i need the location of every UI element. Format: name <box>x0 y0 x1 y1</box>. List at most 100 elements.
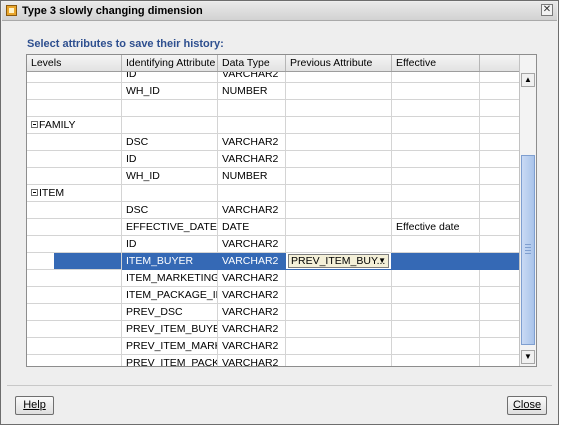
previous-attribute-cell[interactable] <box>286 72 392 83</box>
close-button[interactable]: Close <box>507 396 547 415</box>
column-header-filler <box>480 55 520 71</box>
table-row[interactable]: PREV_ITEM_BUYER VARCHAR2 <box>27 321 520 338</box>
filler-cell <box>480 321 520 338</box>
effective-cell[interactable] <box>392 151 480 168</box>
column-header-identifying-attribute[interactable]: Identifying Attribute <box>122 55 218 71</box>
level-cell <box>27 83 122 100</box>
previous-attribute-cell[interactable] <box>286 117 392 134</box>
previous-attribute-cell[interactable] <box>286 219 392 236</box>
filler-cell <box>480 253 520 270</box>
table-row[interactable]: ITEM_MARKETING... VARCHAR2 <box>27 270 520 287</box>
identifying-attribute-cell <box>122 100 218 117</box>
effective-cell[interactable] <box>392 253 480 270</box>
close-window-icon[interactable]: ✕ <box>541 4 553 16</box>
effective-cell[interactable] <box>392 355 480 366</box>
table-body: ID VARCHAR2 WH_ID NUMBER FAMILY DSC VARCHAR2 ID… <box>27 72 520 366</box>
previous-attribute-cell[interactable] <box>286 185 392 202</box>
column-header-data-type[interactable]: Data Type <box>218 55 286 71</box>
effective-cell[interactable] <box>392 321 480 338</box>
data-type-cell: VARCHAR2 <box>218 253 286 270</box>
previous-attribute-cell[interactable] <box>286 202 392 219</box>
dropdown-arrow-icon[interactable]: ▼ <box>378 256 386 266</box>
identifying-attribute-cell <box>122 117 218 134</box>
effective-cell[interactable] <box>392 270 480 287</box>
previous-attribute-cell[interactable] <box>286 287 392 304</box>
collapse-icon[interactable] <box>31 188 38 196</box>
table-row[interactable]: ID VARCHAR2 <box>27 151 520 168</box>
previous-attribute-cell[interactable] <box>286 270 392 287</box>
previous-attribute-dropdown[interactable]: PREV_ITEM_BUY... ▼ <box>288 254 389 268</box>
previous-attribute-cell[interactable] <box>286 304 392 321</box>
data-type-cell: VARCHAR2 <box>218 202 286 219</box>
level-group-row[interactable]: FAMILY <box>27 117 520 134</box>
effective-cell[interactable] <box>392 134 480 151</box>
effective-cell[interactable] <box>392 304 480 321</box>
table-row[interactable]: WH_ID NUMBER <box>27 83 520 100</box>
previous-attribute-cell[interactable] <box>286 236 392 253</box>
effective-cell[interactable] <box>392 202 480 219</box>
previous-attribute-cell[interactable] <box>286 100 392 117</box>
table-row[interactable]: WH_ID NUMBER <box>27 168 520 185</box>
data-type-cell: VARCHAR2 <box>218 287 286 304</box>
effective-cell[interactable] <box>392 236 480 253</box>
table-row[interactable]: PREV_DSC VARCHAR2 <box>27 304 520 321</box>
level-cell <box>27 168 122 185</box>
footer-divider <box>7 385 552 386</box>
table-row[interactable]: EFFECTIVE_DATE DATE Effective date <box>27 219 520 236</box>
identifying-attribute-cell: DSC <box>122 202 218 219</box>
identifying-attribute-cell: ID <box>122 72 218 83</box>
table-row[interactable]: PREV_ITEM_PACK... VARCHAR2 <box>27 355 520 366</box>
scroll-up-icon[interactable]: ▲ <box>521 73 535 87</box>
table-row[interactable]: DSC VARCHAR2 <box>27 202 520 219</box>
window-title: Type 3 slowly changing dimension <box>22 5 203 17</box>
table-row[interactable] <box>27 100 520 117</box>
level-group-row[interactable]: ITEM <box>27 185 520 202</box>
filler-cell <box>480 304 520 321</box>
previous-attribute-cell[interactable]: PREV_ITEM_BUY... ▼ <box>286 253 392 270</box>
previous-attribute-cell[interactable] <box>286 134 392 151</box>
previous-attribute-cell[interactable] <box>286 355 392 366</box>
scroll-down-icon[interactable]: ▼ <box>521 350 535 364</box>
previous-attribute-cell[interactable] <box>286 83 392 100</box>
table-row[interactable]: DSC VARCHAR2 <box>27 134 520 151</box>
effective-cell[interactable] <box>392 100 480 117</box>
help-button[interactable]: Help <box>15 396 54 415</box>
effective-cell[interactable] <box>392 83 480 100</box>
attributes-table: Levels Identifying Attribute Data Type P… <box>26 54 537 367</box>
effective-cell[interactable] <box>392 287 480 304</box>
filler-cell <box>480 117 520 134</box>
column-header-previous-attribute[interactable]: Previous Attribute <box>286 55 392 71</box>
effective-cell[interactable] <box>392 168 480 185</box>
table-row[interactable]: ID VARCHAR2 <box>27 72 520 83</box>
filler-cell <box>480 219 520 236</box>
previous-attribute-cell[interactable] <box>286 321 392 338</box>
scrollbar-thumb[interactable] <box>521 155 535 345</box>
level-name[interactable]: ITEM <box>27 185 122 202</box>
vertical-scrollbar[interactable]: ▲ ▼ <box>519 55 536 366</box>
level-cell <box>27 72 122 83</box>
table-row[interactable]: ID VARCHAR2 <box>27 236 520 253</box>
table-row[interactable]: PREV_ITEM_MARK...VARCHAR2 <box>27 338 520 355</box>
data-type-cell: DATE <box>218 219 286 236</box>
table-row[interactable]: ITEM_PACKAGE_ID VARCHAR2 <box>27 287 520 304</box>
level-cell <box>27 321 122 338</box>
effective-cell[interactable]: Effective date <box>392 219 480 236</box>
filler-cell <box>480 185 520 202</box>
app-icon <box>6 5 17 16</box>
effective-cell[interactable] <box>392 338 480 355</box>
effective-cell[interactable] <box>392 72 480 83</box>
previous-attribute-cell[interactable] <box>286 151 392 168</box>
collapse-icon[interactable] <box>31 120 38 128</box>
effective-cell[interactable] <box>392 117 480 134</box>
previous-attribute-cell[interactable] <box>286 338 392 355</box>
level-name[interactable]: FAMILY <box>27 117 122 134</box>
table-row[interactable]: ITEM_BUYER VARCHAR2 PREV_ITEM_BUY... ▼ <box>27 253 520 270</box>
previous-attribute-cell[interactable] <box>286 168 392 185</box>
column-header-effective[interactable]: Effective <box>392 55 480 71</box>
effective-cell[interactable] <box>392 185 480 202</box>
table-header: Levels Identifying Attribute Data Type P… <box>27 55 520 72</box>
level-cell <box>27 151 122 168</box>
column-header-levels[interactable]: Levels <box>27 55 122 71</box>
filler-cell <box>480 270 520 287</box>
identifying-attribute-cell: DSC <box>122 134 218 151</box>
